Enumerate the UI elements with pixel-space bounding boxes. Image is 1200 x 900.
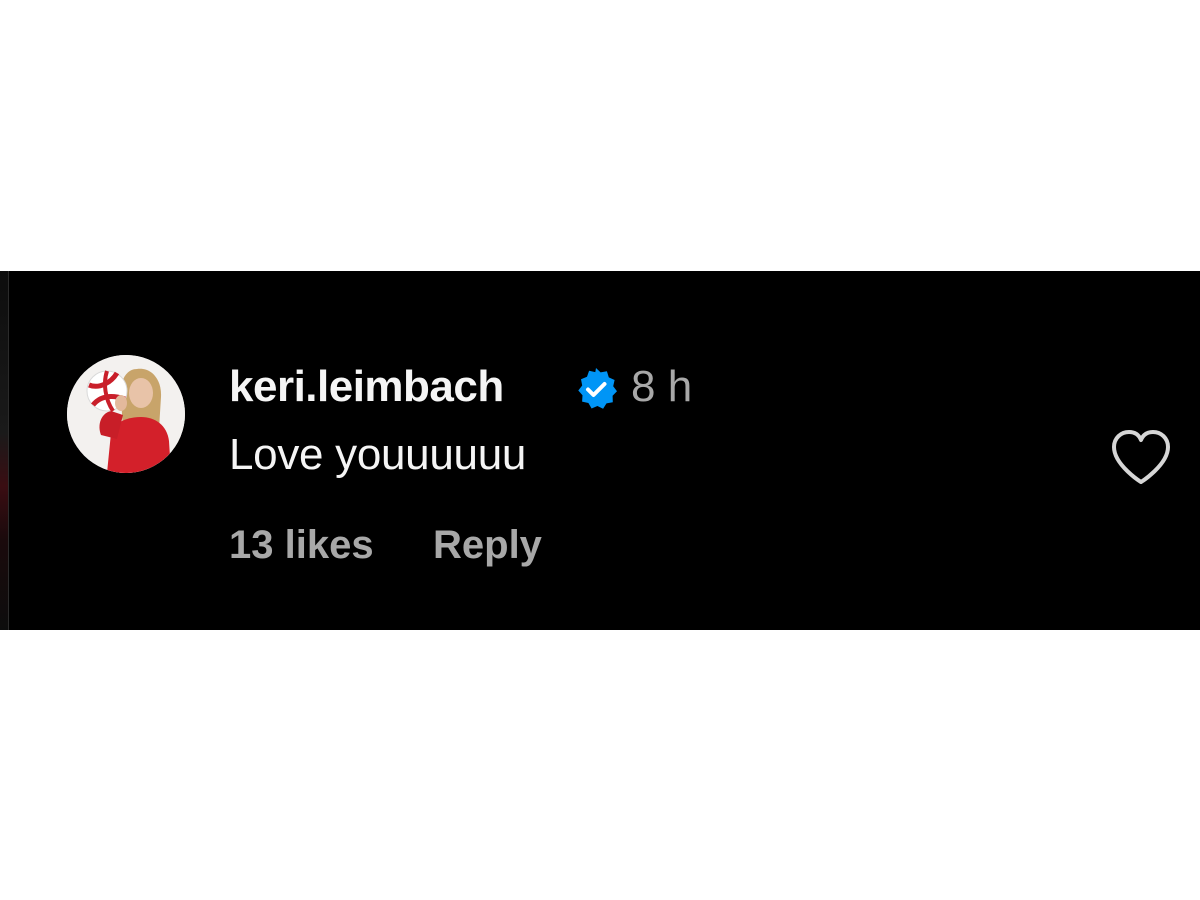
page: keri.leimbach 8 h Love youuuuuu 13 likes… <box>0 0 1200 900</box>
username[interactable]: keri.leimbach <box>229 361 504 413</box>
comment-text: Love youuuuuu <box>229 430 527 479</box>
likes-count-link[interactable]: 13 likes <box>229 521 374 569</box>
comment-panel: keri.leimbach 8 h Love youuuuuu 13 likes… <box>0 271 1200 630</box>
heart-outline-icon <box>1112 430 1170 484</box>
avatar-image <box>67 355 185 473</box>
timestamp: 8 h <box>631 362 693 411</box>
left-edge-divider <box>8 271 9 630</box>
reply-button[interactable]: Reply <box>433 521 542 569</box>
verified-badge-icon <box>578 368 617 409</box>
like-button[interactable] <box>1108 427 1174 487</box>
avatar[interactable] <box>67 355 185 473</box>
